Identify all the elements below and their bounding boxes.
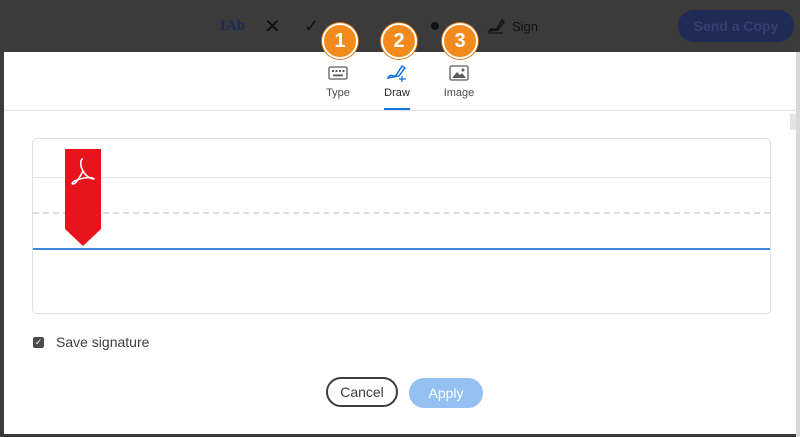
- tab-draw-label: Draw: [384, 87, 410, 99]
- signature-draw-area[interactable]: [32, 138, 771, 314]
- tab-image[interactable]: Image: [429, 62, 489, 110]
- dot-icon: [431, 22, 439, 30]
- save-signature-row[interactable]: ✓ Save signature: [33, 334, 149, 350]
- add-text-label: IAb: [220, 17, 246, 34]
- callout-number-1: 1: [322, 23, 358, 59]
- callout-number-3: 3: [442, 23, 478, 59]
- signature-baseline: [33, 248, 770, 250]
- sign-tool-label: Sign: [512, 18, 539, 34]
- canvas-guide-line-top: [33, 177, 770, 178]
- pen-sign-icon: [487, 18, 505, 34]
- send-a-copy-button[interactable]: Send a Copy: [678, 10, 794, 42]
- apply-button[interactable]: Apply: [409, 378, 483, 408]
- callout-number-2: 2: [381, 23, 417, 59]
- checkmark-icon: ✓: [34, 336, 43, 347]
- add-text-tool[interactable]: IAb: [220, 0, 245, 52]
- modal-edge: [796, 52, 800, 437]
- cancel-button[interactable]: Cancel: [326, 377, 398, 407]
- signature-method-tabs: Type Draw Image: [4, 52, 796, 111]
- check-mark-tool[interactable]: ✓: [304, 0, 319, 52]
- dot-tool[interactable]: [431, 0, 439, 52]
- cross-mark-tool[interactable]: ✕: [264, 0, 281, 52]
- scrollbar-thumb[interactable]: [790, 114, 796, 130]
- tab-type[interactable]: Type: [308, 62, 368, 110]
- sign-here-marker: [65, 149, 101, 246]
- save-signature-checkbox[interactable]: ✓: [33, 336, 44, 348]
- canvas-guide-line-dashed: [33, 212, 770, 214]
- pen-draw-icon: [386, 64, 407, 82]
- tab-type-label: Type: [326, 87, 350, 99]
- save-signature-label: Save signature: [56, 334, 150, 350]
- keyboard-icon: [328, 66, 348, 80]
- sign-marker-label: Sign: [46, 178, 58, 202]
- tab-draw[interactable]: Draw: [367, 62, 427, 110]
- sign-tool[interactable]: Sign: [486, 0, 538, 52]
- tab-image-label: Image: [443, 87, 475, 99]
- active-tab-indicator: [384, 108, 410, 110]
- image-icon: [449, 65, 469, 81]
